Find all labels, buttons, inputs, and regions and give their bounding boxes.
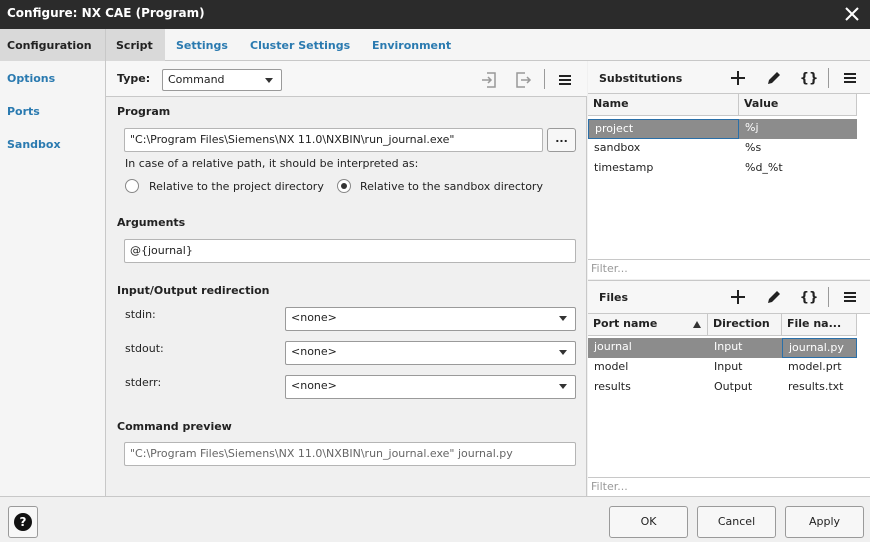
add-icon[interactable] <box>727 286 749 308</box>
type-select-value: Command <box>168 73 225 86</box>
close-icon[interactable] <box>842 4 862 24</box>
stdin-select[interactable]: <none> <box>285 307 576 331</box>
toolbar-divider <box>544 69 545 89</box>
chevron-down-icon <box>559 384 567 389</box>
stderr-select[interactable]: <none> <box>285 375 576 399</box>
apply-button[interactable]: Apply <box>785 506 864 538</box>
table-cell[interactable]: Input <box>708 338 782 358</box>
table-cell[interactable]: journal.py <box>782 338 857 358</box>
braces-icon[interactable]: {} <box>798 67 820 89</box>
command-preview-heading: Command preview <box>117 420 232 433</box>
files-header: Files {} <box>588 281 870 314</box>
table-cell[interactable]: journal <box>588 338 708 358</box>
stderr-select-value: <none> <box>291 379 337 392</box>
ok-button[interactable]: OK <box>609 506 688 538</box>
add-icon[interactable] <box>727 67 749 89</box>
stderr-label: stderr: <box>125 376 162 389</box>
column-header-name[interactable]: Name <box>588 94 739 116</box>
stdin-label: stdin: <box>125 308 156 321</box>
substitutions-header: Substitutions {} <box>588 61 870 94</box>
table-cell[interactable]: model <box>588 358 708 378</box>
chevron-down-icon <box>559 316 567 321</box>
help-button[interactable]: ? <box>8 506 38 538</box>
nav-item-ports[interactable]: Ports <box>0 95 105 127</box>
files-filter-input[interactable]: Filter... <box>588 477 870 497</box>
menu-icon[interactable] <box>839 67 861 89</box>
nav-item-sandbox[interactable]: Sandbox <box>0 128 105 160</box>
radio-project-label[interactable]: Relative to the project directory <box>149 180 324 193</box>
files-panel: Files {} Port name Direction File na... … <box>588 280 870 497</box>
menu-icon[interactable] <box>554 69 576 91</box>
radio-sandbox-label[interactable]: Relative to the sandbox directory <box>360 180 543 193</box>
header-divider <box>828 287 829 307</box>
tab-environment[interactable]: Environment <box>362 29 461 61</box>
stdout-label: stdout: <box>125 342 164 355</box>
menu-icon[interactable] <box>839 286 861 308</box>
tab-script[interactable]: Script <box>106 29 165 61</box>
files-title: Files <box>599 291 629 304</box>
column-header-port-name[interactable]: Port name <box>588 314 708 336</box>
arguments-heading: Arguments <box>117 216 186 229</box>
table-cell[interactable]: %d_%t <box>739 159 857 179</box>
nav-item-configuration[interactable]: Configuration <box>0 29 105 61</box>
io-redirection-heading: Input/Output redirection <box>117 284 270 297</box>
table-cell[interactable]: Output <box>708 378 782 398</box>
stdin-select-value: <none> <box>291 311 337 324</box>
stdout-select-value: <none> <box>291 345 337 358</box>
table-cell[interactable]: Input <box>708 358 782 378</box>
table-cell[interactable]: model.prt <box>782 358 857 378</box>
command-preview-field: "C:\Program Files\Siemens\NX 11.0\NXBIN\… <box>124 442 576 466</box>
radio-sandbox-directory[interactable] <box>337 179 351 193</box>
type-label: Type: <box>117 72 151 85</box>
substitutions-table: Name Value project %j sandbox %s timesta… <box>588 94 870 261</box>
sort-ascending-icon <box>693 321 701 328</box>
substitutions-panel: Substitutions {} Name Value project %j s… <box>588 61 870 279</box>
relative-path-hint: In case of a relative path, it should be… <box>125 157 419 170</box>
braces-icon[interactable]: {} <box>798 286 820 308</box>
table-cell[interactable]: results <box>588 378 708 398</box>
column-header-value[interactable]: Value <box>739 94 857 116</box>
program-path-field[interactable]: "C:\Program Files\Siemens\NX 11.0\NXBIN\… <box>124 128 543 152</box>
table-cell[interactable]: project <box>588 119 739 139</box>
window-title: Configure: NX CAE (Program) <box>7 6 205 20</box>
chevron-down-icon <box>265 78 273 83</box>
table-cell[interactable]: timestamp <box>588 159 739 179</box>
import-icon[interactable] <box>478 69 500 91</box>
table-cell[interactable]: results.txt <box>782 378 857 398</box>
header-divider <box>828 68 829 88</box>
script-toolbar: Type: Command <box>106 61 587 97</box>
chevron-down-icon <box>559 350 567 355</box>
tab-bar: Script Settings Cluster Settings Environ… <box>106 29 870 61</box>
title-bar: Configure: NX CAE (Program) <box>0 0 870 29</box>
edit-pencil-icon[interactable] <box>763 286 785 308</box>
browse-button[interactable]: ... <box>547 128 576 152</box>
program-heading: Program <box>117 105 171 118</box>
nav-item-options[interactable]: Options <box>0 62 105 94</box>
dialog-footer: ? OK Cancel Apply <box>0 496 870 542</box>
type-select[interactable]: Command <box>162 69 282 91</box>
table-cell[interactable]: %s <box>739 139 857 159</box>
left-nav: Configuration Options Ports Sandbox <box>0 29 106 496</box>
tab-cluster-settings[interactable]: Cluster Settings <box>240 29 360 61</box>
substitutions-title: Substitutions <box>599 72 683 85</box>
column-header-direction[interactable]: Direction <box>708 314 782 336</box>
files-table: Port name Direction File na... journal I… <box>588 314 870 479</box>
radio-project-directory[interactable] <box>125 179 139 193</box>
cancel-button[interactable]: Cancel <box>697 506 776 538</box>
arguments-field[interactable]: @{journal} <box>124 239 576 263</box>
table-cell[interactable]: sandbox <box>588 139 739 159</box>
stdout-select[interactable]: <none> <box>285 341 576 365</box>
help-button-label: ? <box>19 515 27 529</box>
table-cell[interactable]: %j <box>739 119 857 139</box>
edit-pencil-icon[interactable] <box>763 67 785 89</box>
script-panel: Type: Command Program "C:\Program Files\… <box>106 61 587 496</box>
export-icon[interactable] <box>512 69 534 91</box>
column-header-file-name[interactable]: File na... <box>782 314 857 336</box>
column-header-label: Port name <box>593 317 658 330</box>
substitutions-filter-input[interactable]: Filter... <box>588 259 870 279</box>
tab-settings[interactable]: Settings <box>166 29 238 61</box>
